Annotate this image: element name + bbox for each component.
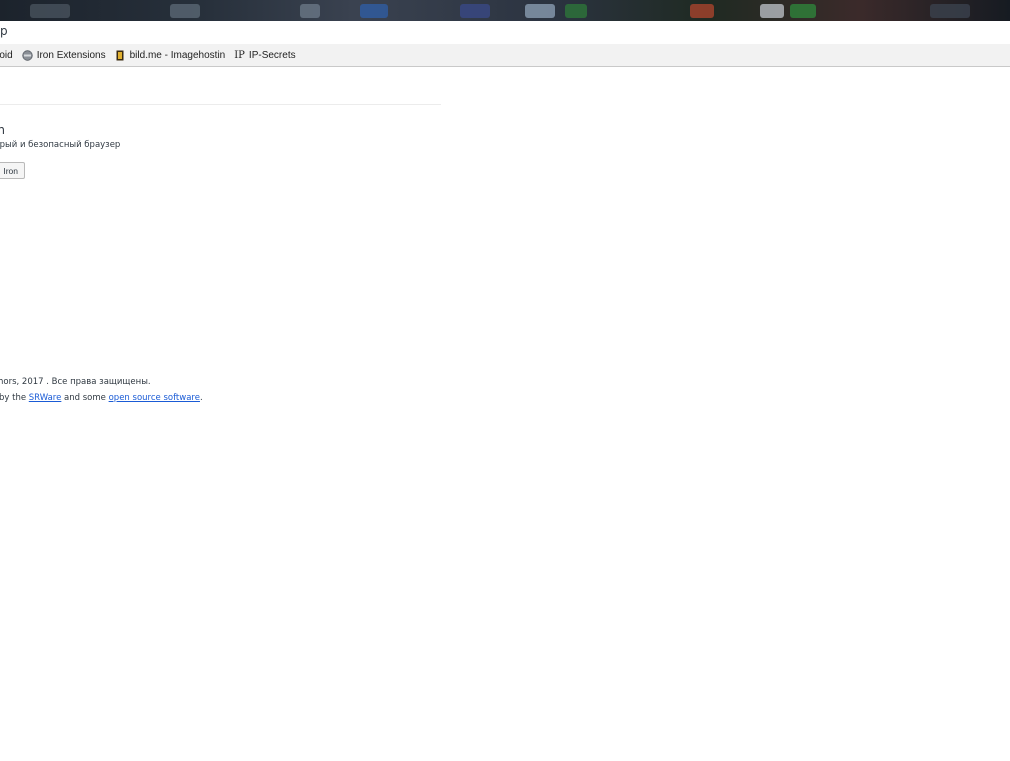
tab-strip-thumb <box>790 4 816 18</box>
address-bar[interactable]: p <box>0 21 1010 45</box>
bookmark-label: Iron Extensions <box>36 49 106 61</box>
copyright-text: hors, 2017 . Все права защищены. <box>0 377 151 387</box>
product-description: стрый и безопасный браузер <box>0 140 121 150</box>
credits-text: by the SRWare and some open source softw… <box>0 393 203 403</box>
tab-strip-thumb <box>30 4 70 18</box>
tab-strip <box>0 0 1010 21</box>
tab-strip-thumb <box>930 4 970 18</box>
bookmark-iron-extensions[interactable]: Iron Extensions <box>21 49 106 61</box>
relaunch-button-label: Iron <box>3 165 18 176</box>
tab-strip-thumb <box>565 4 587 18</box>
open-source-link[interactable]: open source software <box>109 393 200 403</box>
bild-icon <box>115 50 126 61</box>
tab-strip-thumb <box>300 4 320 18</box>
ip-icon: IP <box>234 49 245 61</box>
tab-strip-thumb <box>360 4 388 18</box>
bookmarks-bar: roid Iron Extensions bild.me - Imagehost… <box>0 44 1010 67</box>
relaunch-button[interactable]: Iron <box>0 162 25 179</box>
bookmark-ip-secrets[interactable]: IP IP-Secrets <box>234 50 295 61</box>
address-bar-text[interactable]: p <box>0 24 8 38</box>
srware-link[interactable]: SRWare <box>29 393 62 403</box>
bookmark-label: roid <box>0 49 13 61</box>
credits-middle: and some <box>61 393 109 403</box>
tab-strip-thumb <box>460 4 490 18</box>
iron-icon <box>21 49 33 61</box>
product-name: on <box>0 123 5 137</box>
bookmark-label: IP-Secrets <box>248 49 296 61</box>
credits-prefix: by the <box>0 393 29 403</box>
tab-strip-thumb <box>525 4 555 18</box>
bookmark-android[interactable]: roid <box>0 50 13 61</box>
bookmark-bild-me[interactable]: bild.me - Imagehostin <box>115 49 226 61</box>
credits-suffix: . <box>199 393 203 403</box>
tab-strip-thumb <box>170 4 200 18</box>
tab-strip-thumb <box>760 4 784 18</box>
tab-strip-thumb <box>690 4 714 18</box>
bookmark-label: bild.me - Imagehostin <box>129 49 226 61</box>
header-divider <box>0 104 441 105</box>
